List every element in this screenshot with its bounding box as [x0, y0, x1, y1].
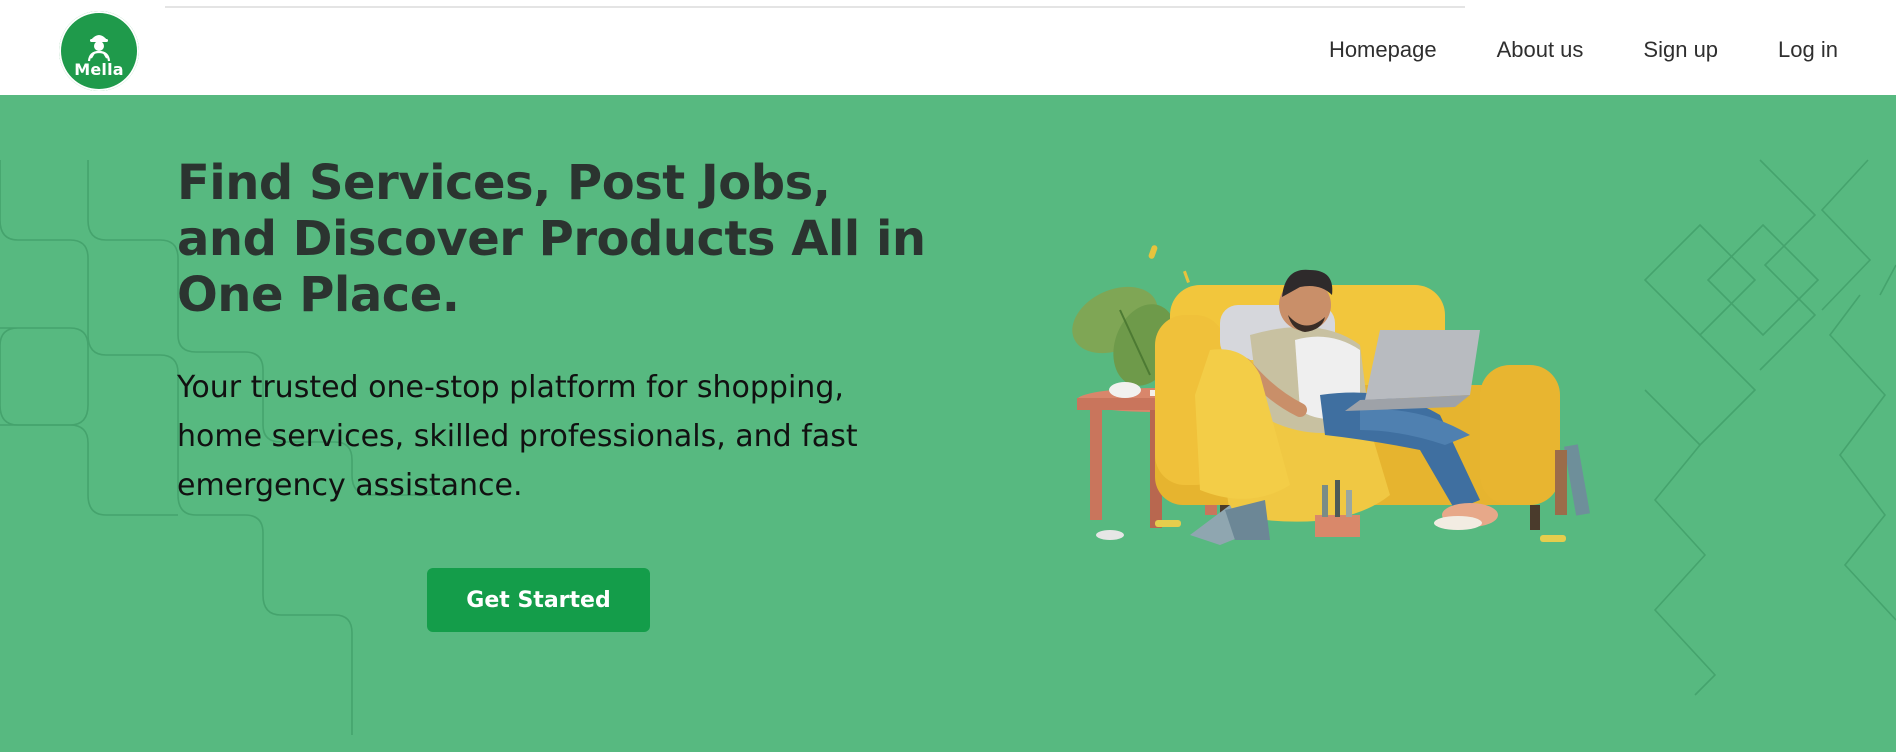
top-browser-strip [0, 0, 1896, 9]
pill-image [1540, 535, 1566, 542]
headline-line: and Discover Products All in [177, 211, 926, 267]
site-header: Mella Homepage About us Sign up Log in [0, 9, 1896, 96]
subtext-line: Your trusted one-stop platform for shopp… [177, 370, 844, 405]
nav-log-in[interactable]: Log in [1778, 37, 1838, 63]
hero-subtext: Your trusted one-stop platform for shopp… [177, 363, 897, 510]
hero-illustration [1072, 245, 1590, 545]
headline-line: One Place. [177, 267, 460, 323]
worker-mascot-icon [87, 34, 111, 61]
brand-logo[interactable]: Mella [59, 11, 139, 91]
stone-image [1096, 530, 1124, 540]
nav-sign-up[interactable]: Sign up [1643, 37, 1718, 63]
subtext-line: home services, skilled professionals, an… [177, 419, 858, 454]
pill-image [1148, 245, 1158, 259]
logo-wordmark: Mella [74, 59, 124, 79]
nav-homepage[interactable]: Homepage [1329, 37, 1437, 63]
subtext-line: emergency assistance. [177, 468, 523, 503]
nav-about-us[interactable]: About us [1497, 37, 1584, 63]
pill-image [1155, 520, 1181, 527]
hero-section: Find Services, Post Jobs, and Discover P… [0, 95, 1896, 752]
pill-image [1183, 270, 1190, 283]
headline-line: Find Services, Post Jobs, [177, 155, 831, 211]
hero-headline: Find Services, Post Jobs, and Discover P… [177, 155, 937, 323]
main-navigation: Homepage About us Sign up Log in [1329, 37, 1838, 63]
top-divider [165, 6, 1465, 8]
get-started-button[interactable]: Get Started [427, 568, 650, 632]
